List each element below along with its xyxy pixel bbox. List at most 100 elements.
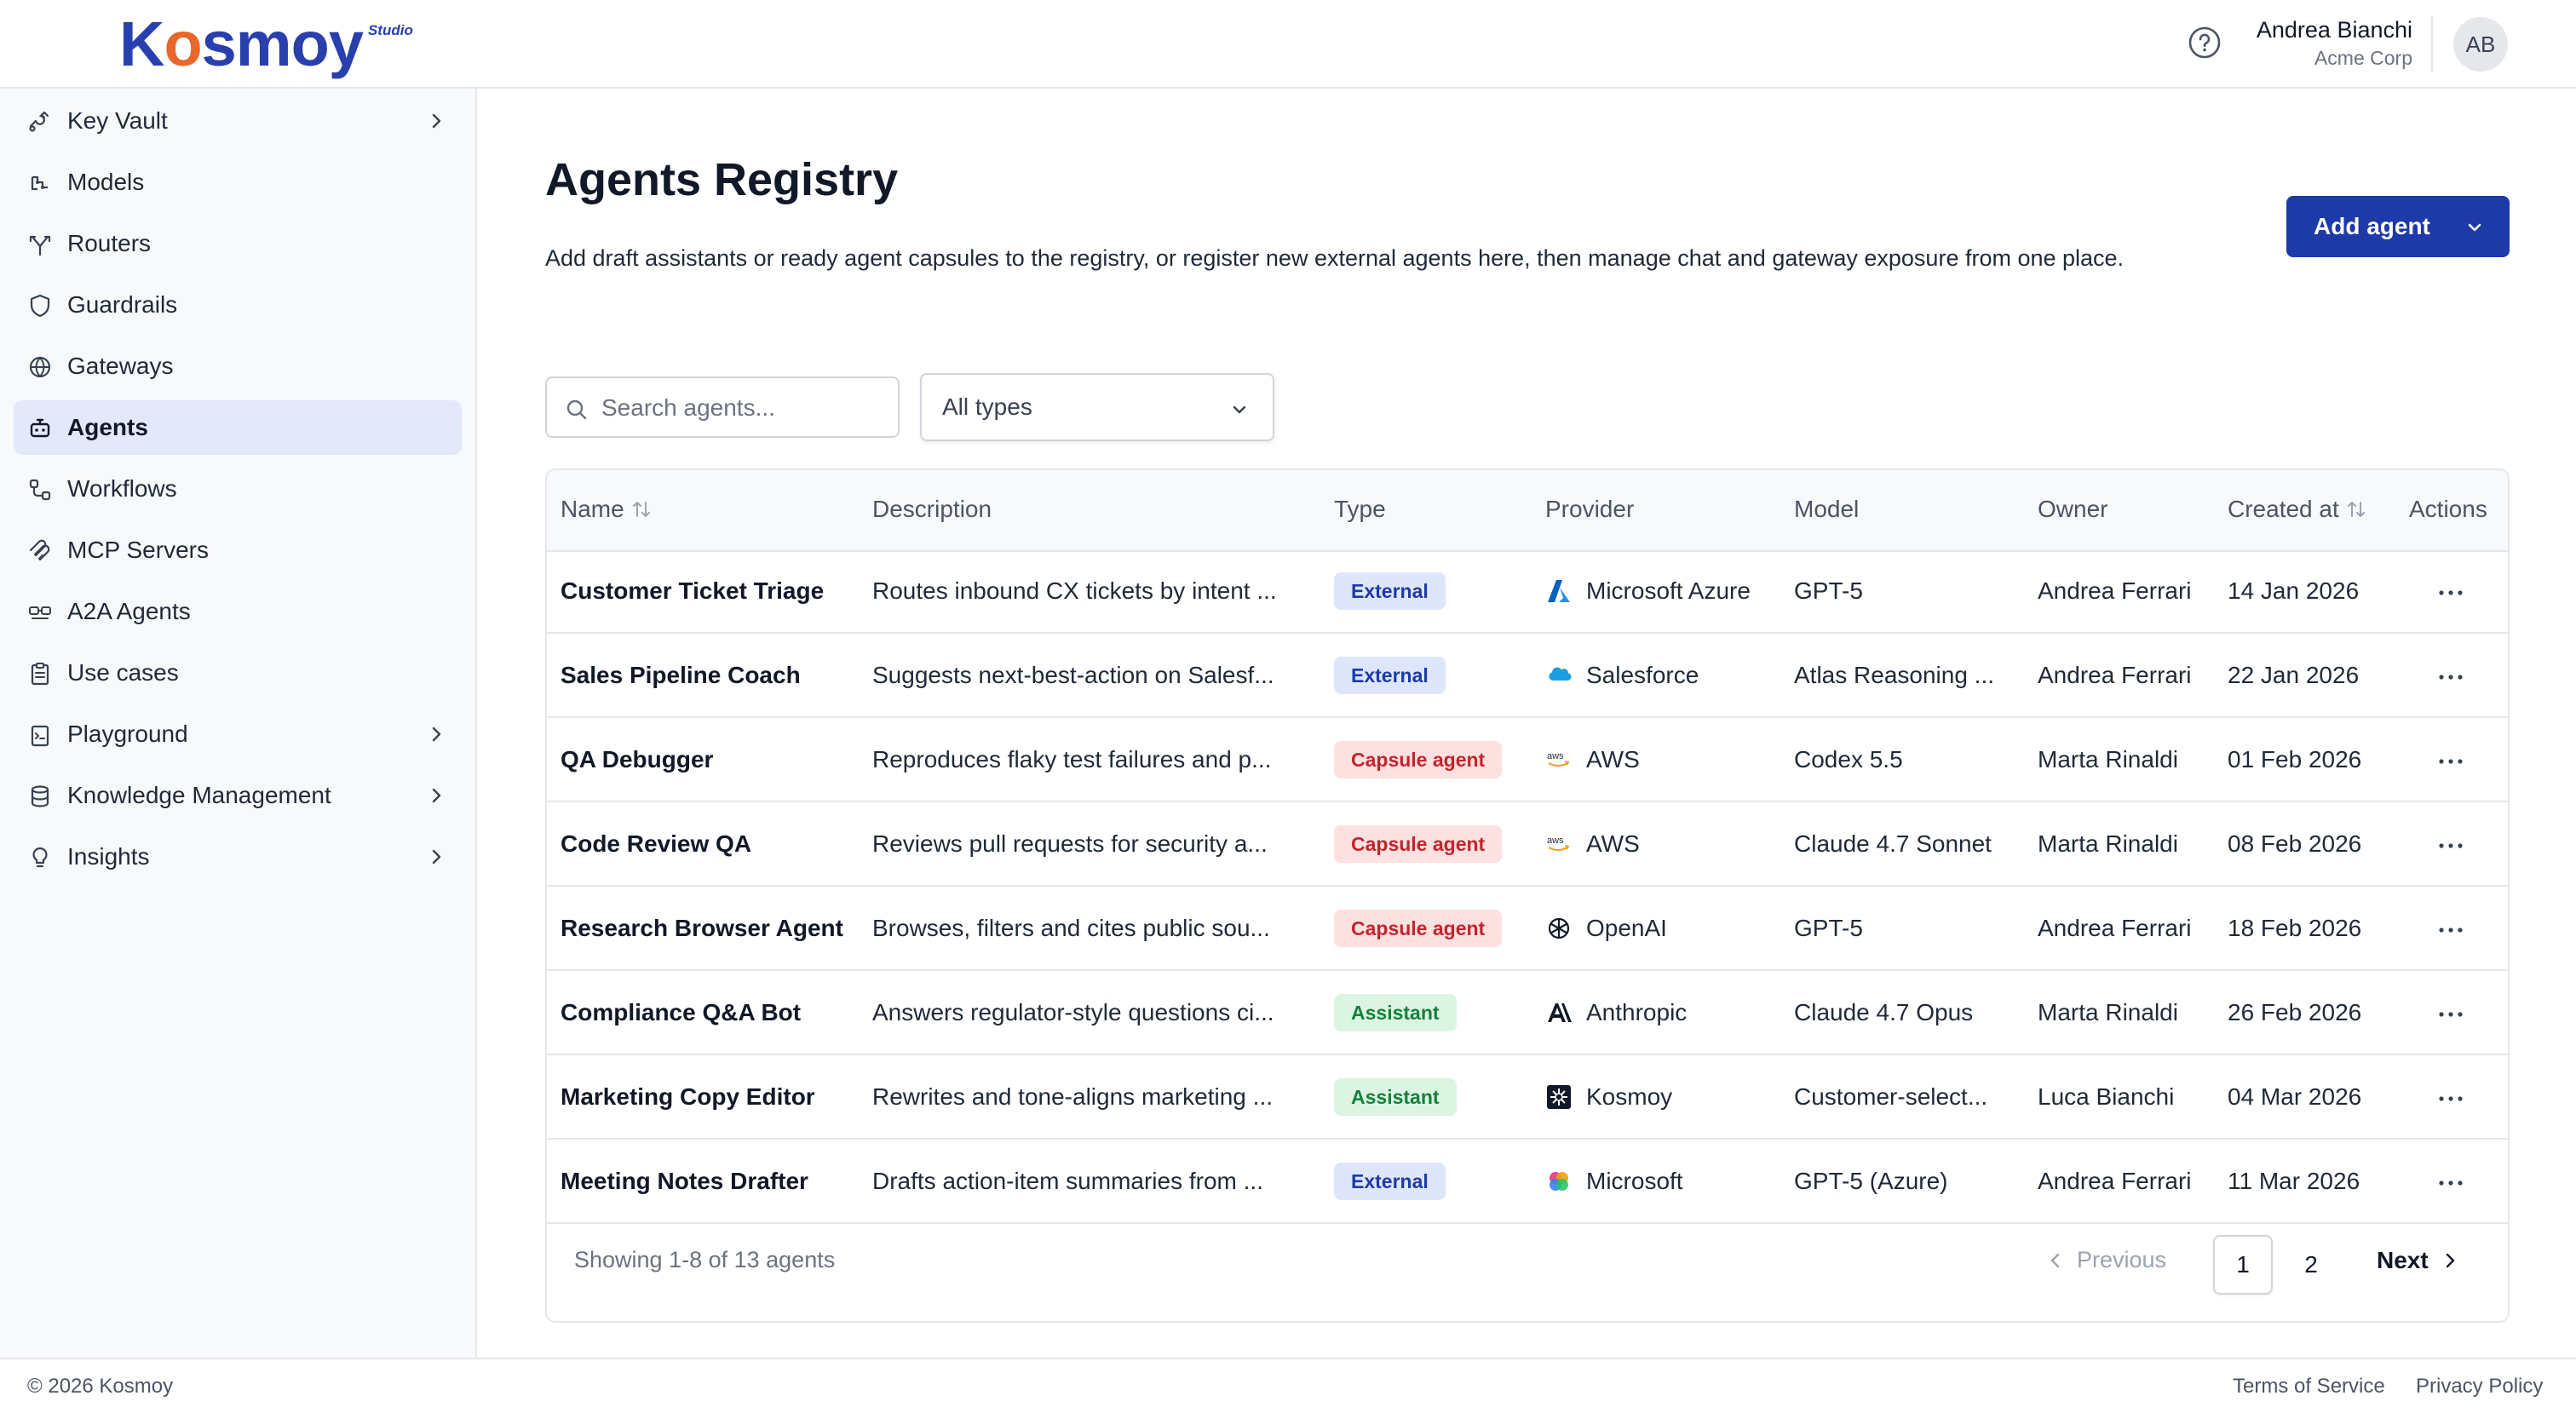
owner-name: Marta Rinaldi <box>2038 999 2178 1025</box>
more-actions-icon[interactable] <box>2438 927 2464 933</box>
clipboard-icon <box>31 663 49 686</box>
table-row[interactable]: Sales Pipeline Coach Suggests next-best-a… <box>547 636 2508 718</box>
next-page-button[interactable]: Next <box>2377 1247 2459 1274</box>
chevron-right-icon <box>432 788 441 803</box>
table-row[interactable]: Compliance Q&A Bot Answers regulator-styl… <box>547 974 2508 1055</box>
model-name: Atlas Reasoning ... <box>1794 662 1995 688</box>
sidebar-item-label: Guardrails <box>67 291 178 318</box>
column-header-description: Description <box>872 496 992 523</box>
sidebar-item-a2a-agents[interactable]: A2A Agents <box>14 584 462 639</box>
model-name: GPT-5 <box>1794 577 1863 604</box>
page-button-2[interactable]: 2 <box>2281 1235 2341 1295</box>
globe-icon <box>29 356 51 378</box>
sidebar-item-guardrails[interactable]: Guardrails <box>14 278 462 332</box>
type-badge: Assistant <box>1334 1078 1457 1116</box>
provider-name: Microsoft Azure <box>1586 577 1751 604</box>
model-name: GPT-5 (Azure) <box>1794 1168 1948 1194</box>
type-badge: External <box>1334 1163 1446 1200</box>
provider-name: AWS <box>1586 830 1640 857</box>
more-actions-icon[interactable] <box>2438 1011 2464 1018</box>
more-actions-icon[interactable] <box>2438 1095 2464 1102</box>
type-filter-select[interactable]: All types <box>920 373 1274 441</box>
sidebar-item-mcp-servers[interactable]: MCP Servers <box>14 523 462 577</box>
page-button-1[interactable]: 1 <box>2213 1235 2273 1295</box>
agent-description: Rewrites and tone-aligns marketing ... <box>872 1083 1273 1110</box>
aws-icon: aws <box>1545 830 1573 858</box>
sort-icon <box>2347 502 2365 517</box>
more-actions-icon[interactable] <box>2438 589 2464 596</box>
more-actions-icon[interactable] <box>2438 674 2464 681</box>
column-label: Model <box>1794 496 1860 522</box>
sidebar-item-label: Routers <box>67 230 152 256</box>
column-header-created-at[interactable]: Created at <box>2228 496 2366 523</box>
search-input[interactable] <box>601 388 883 428</box>
provider-name: OpenAI <box>1586 915 1667 941</box>
sidebar-item-key-vault[interactable]: Key Vault <box>14 94 462 148</box>
more-actions-icon[interactable] <box>2438 758 2464 765</box>
chevron-down-icon <box>1233 405 1246 414</box>
sidebar-item-routers[interactable]: Routers <box>14 216 462 271</box>
sidebar-item-label: MCP Servers <box>67 537 209 563</box>
help-icon[interactable] <box>2188 26 2222 60</box>
user-org: Acme Corp <box>2314 47 2412 69</box>
table-row[interactable]: Marketing Copy Editor Rewrites and tone-a… <box>547 1058 2508 1140</box>
agent-name[interactable]: Compliance Q&A Bot <box>561 999 859 1026</box>
sidebar-item-workflows[interactable]: Workflows <box>14 462 462 516</box>
table-row[interactable]: Research Browser Agent Browses, filters a… <box>547 889 2508 971</box>
routers-icon <box>29 235 51 256</box>
owner-name: Andrea Ferrari <box>2038 1168 2192 1194</box>
workflow-icon <box>29 479 51 501</box>
sidebar-item-label: Playground <box>67 721 188 747</box>
agent-name[interactable]: Research Browser Agent <box>561 915 859 942</box>
avatar[interactable]: AB <box>2453 17 2508 72</box>
search-box[interactable] <box>545 376 900 438</box>
table-row[interactable]: QA Debugger Reproduces flaky test failure… <box>547 721 2508 802</box>
agent-description: Reproduces flaky test failures and p... <box>872 746 1272 773</box>
table-row[interactable]: Code Review QA Reviews pull requests for … <box>547 805 2508 887</box>
provider-name: Kosmoy <box>1586 1083 1673 1110</box>
column-header-name[interactable]: Name <box>561 496 652 523</box>
sidebar-item-insights[interactable]: Insights <box>14 830 462 884</box>
column-header-owner: Owner <box>2038 496 2107 523</box>
mcp-icon <box>29 539 50 561</box>
sidebar-item-models[interactable]: Models <box>14 155 462 210</box>
database-icon <box>31 785 49 807</box>
microsoft-icon <box>1545 1168 1573 1195</box>
key-vault-icon <box>29 111 49 132</box>
sidebar-item-label: Knowledge Management <box>67 782 331 808</box>
add-agent-button[interactable]: Add agent <box>2286 196 2510 257</box>
user-info[interactable]: Andrea Bianchi Acme Corp <box>2257 15 2412 72</box>
agent-name[interactable]: Code Review QA <box>561 830 859 858</box>
more-actions-icon[interactable] <box>2438 1180 2464 1186</box>
agent-name[interactable]: Meeting Notes Drafter <box>561 1168 859 1195</box>
agent-name[interactable]: Customer Ticket Triage <box>561 577 859 605</box>
agent-name[interactable]: Sales Pipeline Coach <box>561 662 859 689</box>
more-actions-icon[interactable] <box>2438 842 2464 849</box>
terms-link[interactable]: Terms of Service <box>2233 1375 2385 1399</box>
sidebar-item-playground[interactable]: Playground <box>14 707 462 761</box>
previous-label: Previous <box>2077 1247 2167 1272</box>
kosmoy-logo[interactable]: Kosmoy Studio <box>119 9 413 80</box>
table-header: Name Description Type Provider Model Own… <box>547 470 2508 552</box>
sidebar-item-use-cases[interactable]: Use cases <box>14 646 462 700</box>
sidebar-item-gateways[interactable]: Gateways <box>14 339 462 393</box>
sidebar-item-label: Gateways <box>67 353 174 379</box>
openai-icon <box>1545 915 1573 942</box>
column-label: Type <box>1334 496 1386 522</box>
page-description: Add draft assistants or ready agent caps… <box>545 245 2125 271</box>
previous-page-button[interactable]: Previous <box>2046 1247 2166 1273</box>
agent-name[interactable]: QA Debugger <box>561 746 859 773</box>
privacy-link[interactable]: Privacy Policy <box>2416 1375 2543 1399</box>
table-row[interactable]: Meeting Notes Drafter Drafts action-item … <box>547 1142 2508 1224</box>
column-label: Provider <box>1545 496 1635 522</box>
page-title: Agents Registry <box>545 154 899 205</box>
agent-name[interactable]: Marketing Copy Editor <box>561 1083 859 1111</box>
svg-text:aws: aws <box>1547 751 1564 761</box>
sidebar-item-agents[interactable]: Agents <box>14 400 462 455</box>
sidebar-item-knowledge-management[interactable]: Knowledge Management <box>14 768 462 823</box>
provider-name: Anthropic <box>1586 999 1688 1025</box>
agent-description: Drafts action-item summaries from ... <box>872 1168 1263 1194</box>
agent-description: Suggests next-best-action on Salesf... <box>872 662 1274 688</box>
agent-description: Browses, filters and cites public sou... <box>872 915 1270 941</box>
table-row[interactable]: Customer Ticket Triage Routes inbound CX … <box>547 552 2508 634</box>
